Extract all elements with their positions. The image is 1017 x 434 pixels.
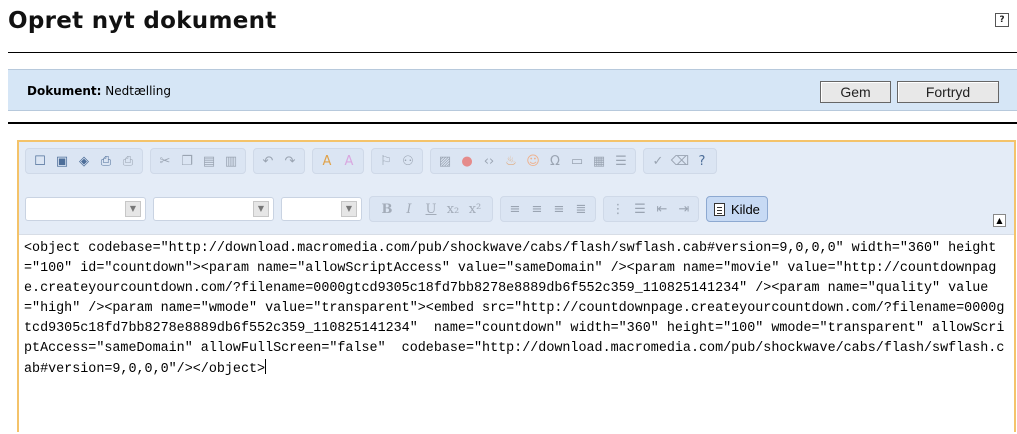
list-group: ⋮ ☰ ⇤ ⇥ — [603, 196, 699, 222]
underline-icon[interactable]: U — [421, 199, 441, 219]
image-icon[interactable]: ▨ — [435, 151, 455, 171]
tools-group: ✓ ⌫ ? — [643, 148, 717, 174]
align-left-icon[interactable]: ≡ — [505, 199, 525, 219]
page-title: Opret nyt dokument — [8, 8, 277, 34]
format-group: B I U x₂ x² — [369, 196, 493, 222]
table-icon[interactable]: ▦ — [589, 151, 609, 171]
indent-icon[interactable]: ⇥ — [674, 199, 694, 219]
align-center-icon[interactable]: ≡ — [527, 199, 547, 219]
print-icon[interactable]: ⎙ — [118, 151, 138, 171]
font-select[interactable]: ▼ — [153, 197, 274, 221]
insert-group: ▨ ● ‹› ♨ ☺ Ω ▭ ▦ ☰ — [430, 148, 636, 174]
align-justify-icon[interactable]: ≣ — [571, 199, 591, 219]
document-group: ☐ ▣ ◈ ⎙ ⎙ — [25, 148, 143, 174]
save-button[interactable]: Gem — [820, 81, 891, 103]
cancel-button[interactable]: Fortryd — [897, 81, 999, 103]
paste-word-icon[interactable]: ▥ — [221, 151, 241, 171]
source-button-label: Kilde — [731, 201, 760, 217]
chevron-down-icon: ▼ — [341, 201, 357, 217]
size-select[interactable]: ▼ — [281, 197, 362, 221]
link-icon[interactable]: ⚇ — [398, 151, 418, 171]
editor-divider — [8, 122, 1017, 124]
chevron-down-icon: ▼ — [253, 201, 269, 217]
align-group: ≡ ≡ ≡ ≣ — [500, 196, 596, 222]
help-icon[interactable]: ? — [995, 13, 1009, 27]
eraser-icon[interactable]: ⌫ — [670, 151, 690, 171]
embed-code-icon[interactable]: ‹› — [479, 151, 499, 171]
document-label-key: Dokument: — [27, 84, 102, 98]
anchor-icon[interactable]: ⚐ — [376, 151, 396, 171]
superscript-icon[interactable]: x² — [465, 199, 485, 219]
help-icon[interactable]: ? — [692, 151, 712, 171]
bold-icon[interactable]: B — [377, 199, 397, 219]
outdent-icon[interactable]: ⇤ — [652, 199, 672, 219]
color-group: A A — [312, 148, 364, 174]
italic-icon[interactable]: I — [399, 199, 419, 219]
new-page-icon[interactable]: ☐ — [30, 151, 50, 171]
page-break-icon[interactable]: ☰ — [611, 151, 631, 171]
document-name: Nedtælling — [105, 84, 171, 98]
collapse-toolbar-icon[interactable]: ▲ — [993, 214, 1006, 227]
document-icon — [714, 202, 725, 216]
link-group: ⚐ ⚇ — [371, 148, 423, 174]
toolbar-row-2: ▼ ▼ ▼ B I U x₂ x² ≡ ≡ ≡ ≣ ⋮ ☰ ⇤ ⇥ Kilde — [25, 195, 768, 223]
clipboard-group: ✂ ❐ ▤ ▥ — [150, 148, 246, 174]
numbered-list-icon[interactable]: ⋮ — [608, 199, 628, 219]
java-icon[interactable]: ♨ — [501, 151, 521, 171]
cut-icon[interactable]: ✂ — [155, 151, 175, 171]
rich-text-editor: ☐ ▣ ◈ ⎙ ⎙ ✂ ❐ ▤ ▥ ↶ ↷ A A ⚐ ⚇ ▨ ● ‹› ♨ ☺… — [17, 140, 1016, 434]
redo-icon[interactable]: ↷ — [280, 151, 300, 171]
editor-toolbar: ☐ ▣ ◈ ⎙ ⎙ ✂ ❐ ▤ ▥ ↶ ↷ A A ⚐ ⚇ ▨ ● ‹› ♨ ☺… — [19, 142, 1014, 234]
source-textarea[interactable]: <object codebase="http://download.macrom… — [19, 234, 1014, 434]
flash-icon[interactable]: ● — [457, 151, 477, 171]
template-icon[interactable]: ◈ — [74, 151, 94, 171]
background-color-icon[interactable]: A — [339, 151, 359, 171]
smiley-icon[interactable]: ☺ — [523, 151, 543, 171]
bulleted-list-icon[interactable]: ☰ — [630, 199, 650, 219]
toolbar-row-1: ☐ ▣ ◈ ⎙ ⎙ ✂ ❐ ▤ ▥ ↶ ↷ A A ⚐ ⚇ ▨ ● ‹› ♨ ☺… — [25, 147, 724, 175]
special-char-icon[interactable]: Ω — [545, 151, 565, 171]
undo-icon[interactable]: ↶ — [258, 151, 278, 171]
copy-icon[interactable]: ❐ — [177, 151, 197, 171]
style-select[interactable]: ▼ — [25, 197, 146, 221]
title-divider — [8, 52, 1017, 53]
preview-icon[interactable]: ⎙ — [96, 151, 116, 171]
history-group: ↶ ↷ — [253, 148, 305, 174]
chevron-down-icon: ▼ — [125, 201, 141, 217]
text-color-icon[interactable]: A — [317, 151, 337, 171]
document-bar: Dokument: Nedtælling Gem Fortryd — [8, 69, 1017, 111]
spellcheck-icon[interactable]: ✓ — [648, 151, 668, 171]
subscript-icon[interactable]: x₂ — [443, 199, 463, 219]
source-code-text: <object codebase="http://download.macrom… — [24, 241, 1005, 377]
save-icon[interactable]: ▣ — [52, 151, 72, 171]
text-cursor — [265, 359, 267, 374]
document-label: Dokument: Nedtælling — [27, 84, 171, 98]
source-button[interactable]: Kilde — [706, 196, 768, 222]
align-right-icon[interactable]: ≡ — [549, 199, 569, 219]
paste-icon[interactable]: ▤ — [199, 151, 219, 171]
horizontal-rule-icon[interactable]: ▭ — [567, 151, 587, 171]
